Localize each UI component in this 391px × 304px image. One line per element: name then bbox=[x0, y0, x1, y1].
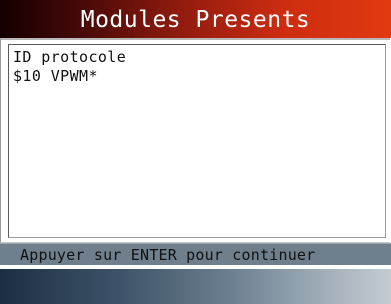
status-bar: Appuyer sur ENTER pour continuer bbox=[0, 243, 391, 265]
protocol-id-label: ID protocole bbox=[13, 48, 127, 66]
content-panel: ID protocole $10 VPWM* bbox=[0, 38, 390, 243]
title-bar: Modules Presents bbox=[0, 0, 391, 38]
module-list-item[interactable]: $10 VPWM* bbox=[13, 67, 98, 85]
content-area: ID protocole $10 VPWM* bbox=[8, 44, 386, 238]
continue-prompt: Appuyer sur ENTER pour continuer bbox=[20, 245, 316, 264]
screen-title: Modules Presents bbox=[80, 6, 311, 33]
scan-tool-screen: Modules Presents ID protocole $10 VPWM* … bbox=[0, 0, 391, 304]
function-key-bar bbox=[0, 269, 391, 304]
